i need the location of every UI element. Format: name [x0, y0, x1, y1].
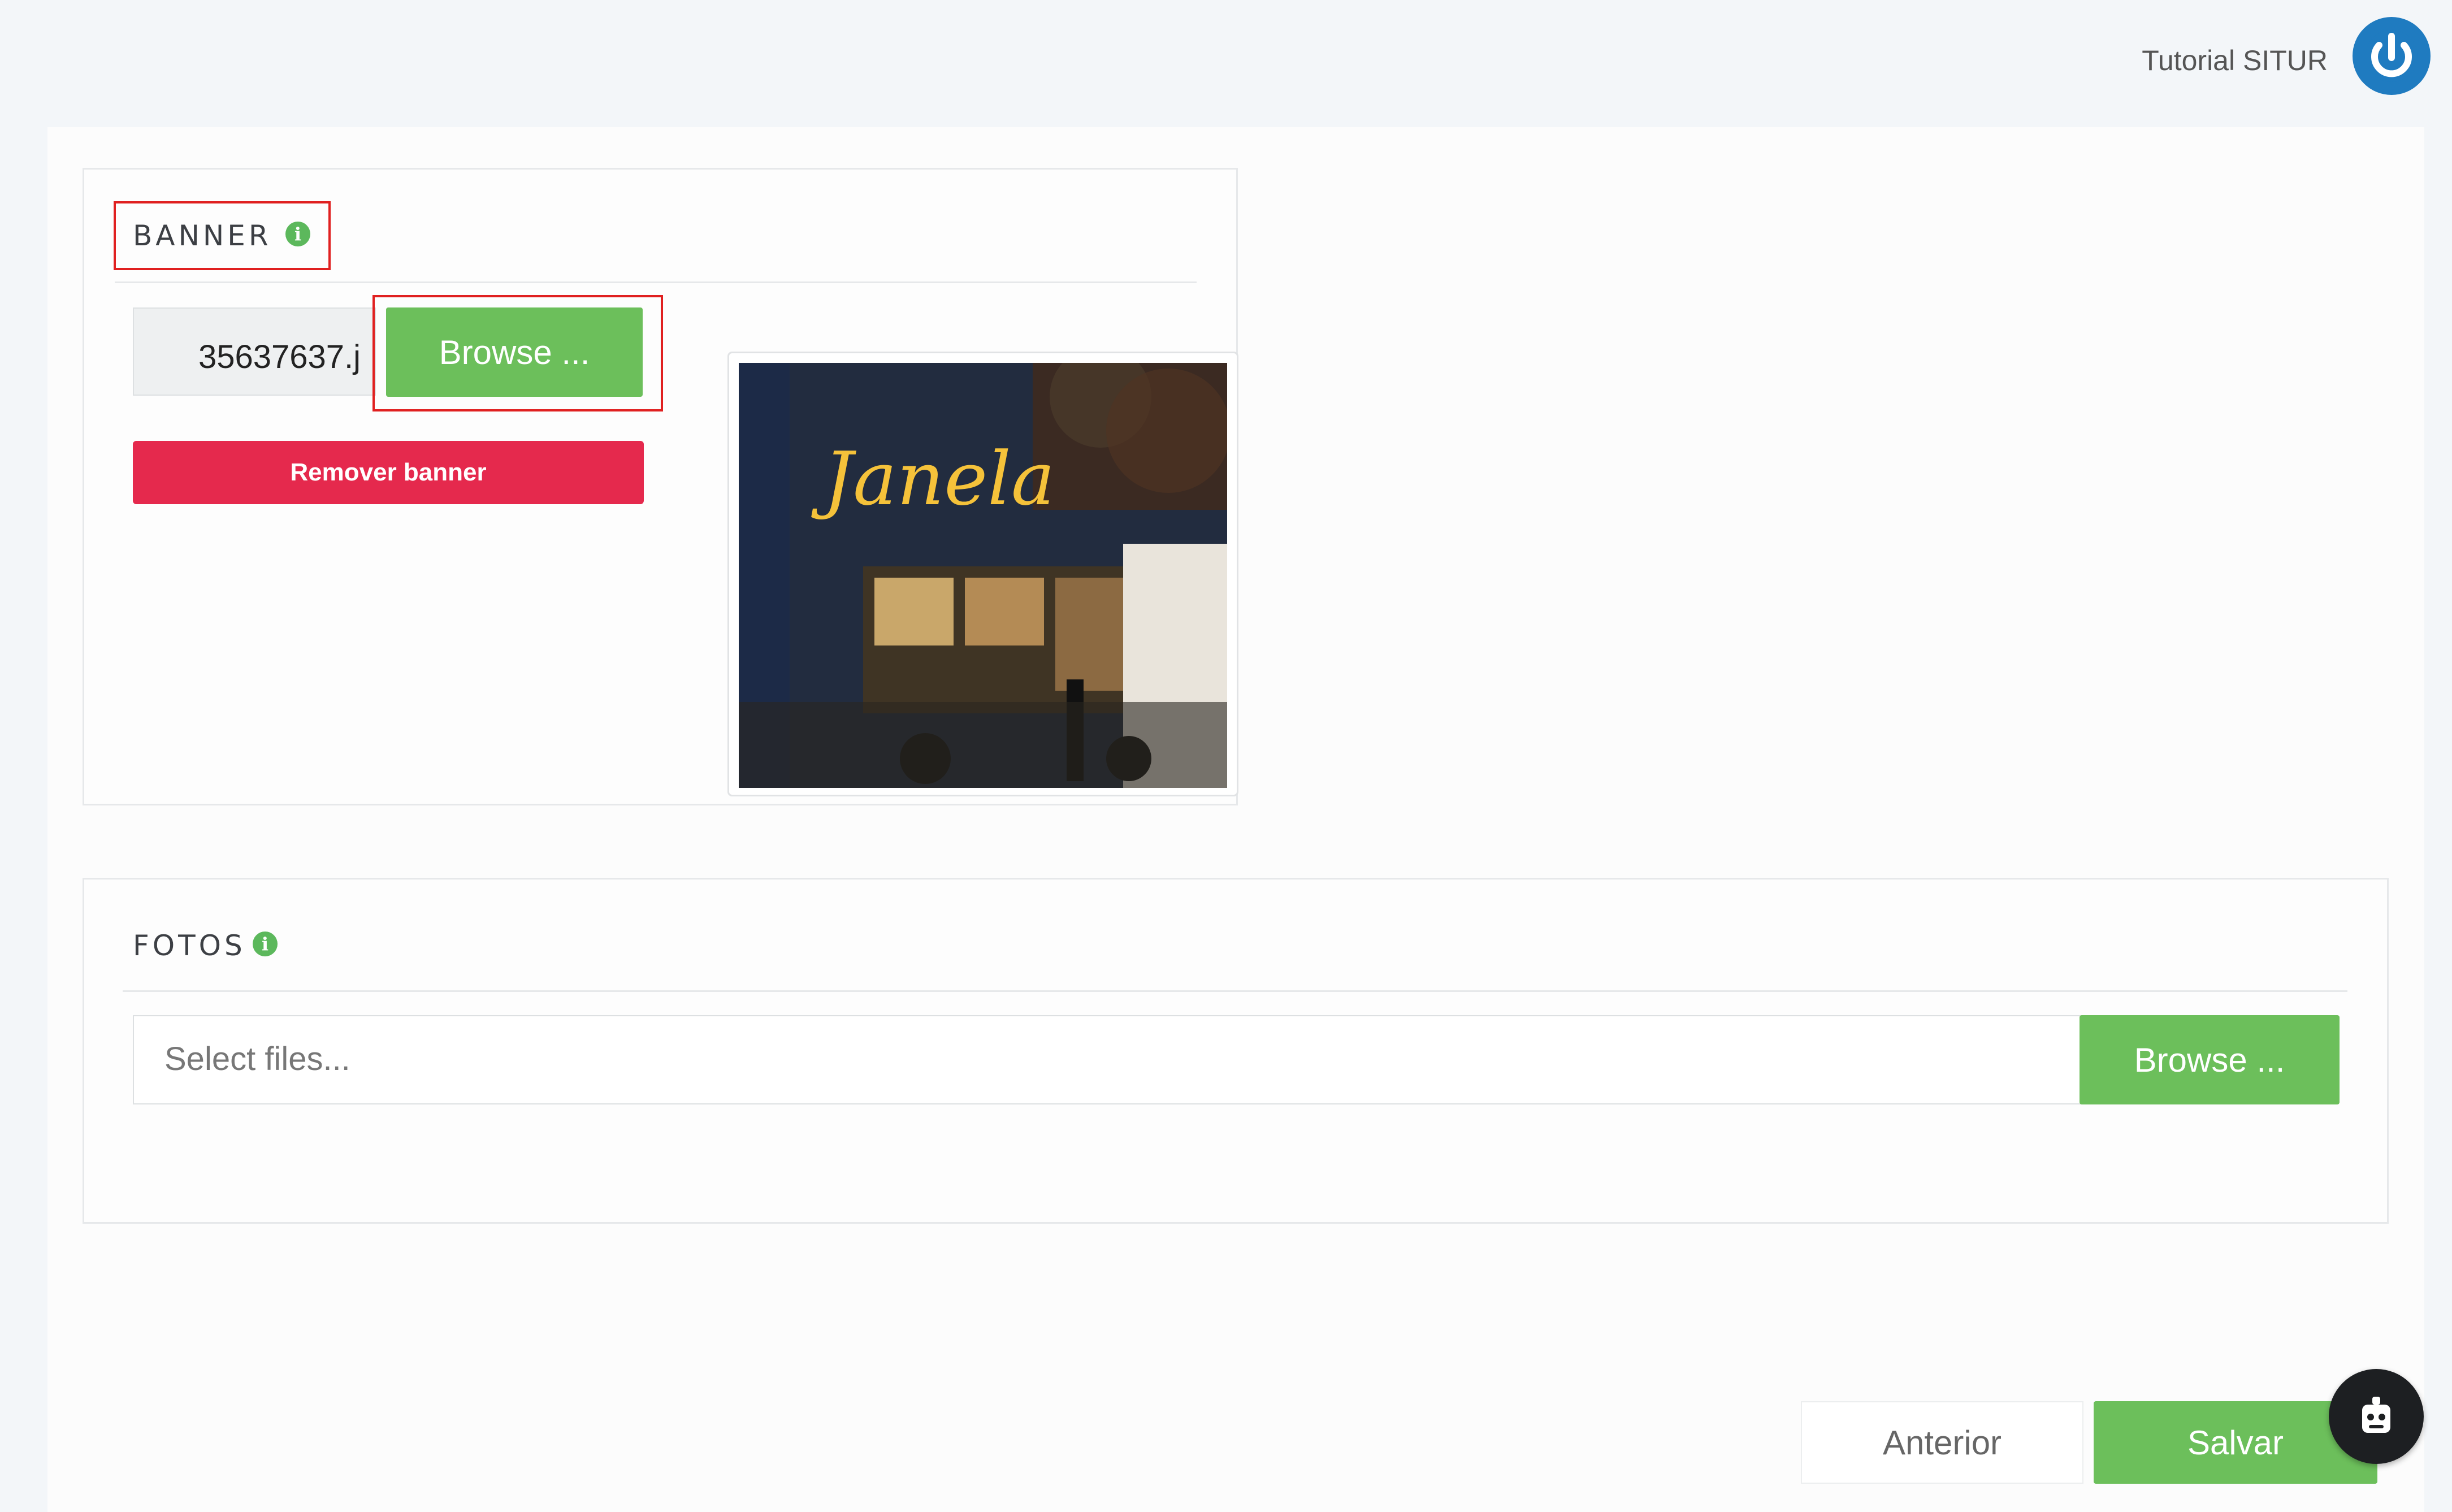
banner-preview-frame: Janela — [727, 352, 1238, 796]
fotos-title: FOTOS — [133, 929, 246, 962]
banner-preview-image: Janela — [739, 363, 1227, 788]
main-content: BANNER i 35637637.j Browse ... Remover b… — [47, 127, 2424, 1512]
user-name[interactable]: Tutorial SITUR — [2142, 44, 2328, 77]
power-icon[interactable] — [2353, 17, 2431, 95]
remove-banner-button[interactable]: Remover banner — [133, 441, 644, 504]
power-icon-glyph — [2366, 30, 2418, 82]
help-chat-button[interactable] — [2329, 1369, 2424, 1464]
fotos-select-field[interactable]: Select files... — [133, 1015, 2089, 1104]
robot-icon — [2362, 1397, 2390, 1433]
fotos-placeholder: Select files... — [164, 1041, 350, 1077]
banner-browse-button[interactable]: Browse ... — [386, 307, 643, 397]
banner-panel: BANNER i 35637637.j Browse ... Remover b… — [83, 168, 1238, 805]
banner-title: BANNER — [133, 219, 272, 252]
banner-preview-illustration: Janela — [739, 363, 1227, 788]
fotos-divider — [123, 990, 2347, 992]
banner-file-name: 35637637.j — [198, 339, 361, 375]
previous-button[interactable]: Anterior — [1801, 1401, 2083, 1484]
info-icon[interactable]: i — [253, 932, 278, 956]
banner-divider — [115, 281, 1197, 283]
top-bar: Tutorial SITUR — [0, 0, 2452, 127]
info-icon[interactable]: i — [285, 222, 310, 246]
banner-file-field[interactable]: 35637637.j — [133, 307, 376, 396]
fotos-browse-button[interactable]: Browse ... — [2080, 1015, 2340, 1104]
preview-sign-text: Janela — [811, 436, 1055, 522]
fotos-panel: FOTOS i Select files... Browse ... — [83, 878, 2389, 1224]
